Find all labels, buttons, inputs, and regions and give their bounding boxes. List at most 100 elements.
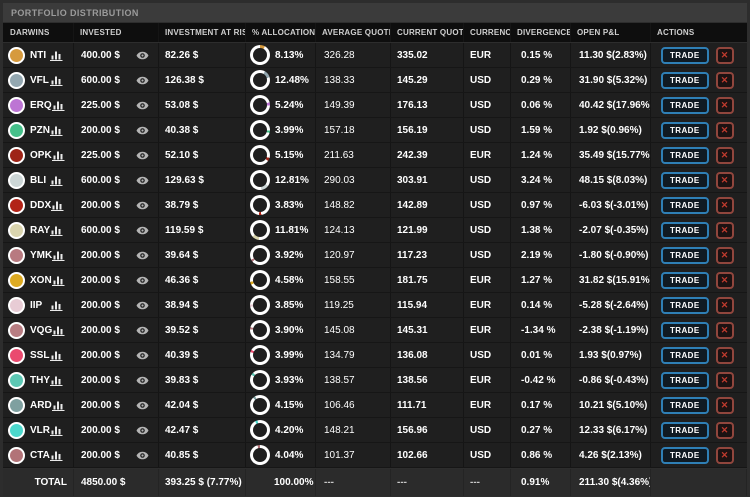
close-position-button[interactable]: ✕ xyxy=(715,71,734,89)
trade-button[interactable]: TRADE xyxy=(661,396,709,414)
trade-button[interactable]: TRADE xyxy=(661,46,709,64)
table-row: SSL 200.00 $ 40.39 $ 3.99% 134.79 136.08… xyxy=(3,343,747,368)
divergence-value: 2.19 % xyxy=(511,243,571,267)
darwin-cell: OPK xyxy=(3,143,74,167)
watch-button[interactable] xyxy=(136,76,149,85)
open-chart-button[interactable] xyxy=(50,224,63,236)
open-chart-button[interactable] xyxy=(50,174,63,186)
watch-button[interactable] xyxy=(136,276,149,285)
darwin-cell: VQG xyxy=(3,318,74,342)
watch-button[interactable] xyxy=(136,401,149,410)
open-pl-cell: 35.49 $ (15.77%) xyxy=(571,143,651,167)
bar-chart-icon xyxy=(50,451,63,461)
trade-button[interactable]: TRADE xyxy=(661,421,709,439)
open-chart-button[interactable] xyxy=(50,349,63,361)
close-position-button[interactable]: ✕ xyxy=(715,171,734,189)
open-chart-button[interactable] xyxy=(51,399,65,411)
darwin-cell: RAY xyxy=(3,218,74,242)
trade-button[interactable]: TRADE xyxy=(661,371,709,389)
watch-button[interactable] xyxy=(136,151,149,160)
close-position-button[interactable]: ✕ xyxy=(715,371,734,389)
invested-value: 200.00 $ xyxy=(81,324,120,336)
open-chart-button[interactable] xyxy=(52,324,65,336)
watch-button[interactable] xyxy=(136,101,149,110)
open-pl-amount: -2.07 $ xyxy=(579,224,611,236)
open-chart-button[interactable] xyxy=(51,149,65,161)
trade-button[interactable]: TRADE xyxy=(661,196,709,214)
watch-button[interactable] xyxy=(136,176,149,185)
open-chart-button[interactable] xyxy=(50,124,63,136)
open-chart-button[interactable] xyxy=(51,274,65,286)
close-position-button[interactable]: ✕ xyxy=(715,221,734,239)
open-chart-button[interactable] xyxy=(50,49,63,61)
at-risk-value: 40.85 $ xyxy=(159,443,246,467)
at-risk-value: 40.38 $ xyxy=(159,118,246,142)
eye-icon xyxy=(136,51,149,59)
trade-button[interactable]: TRADE xyxy=(661,246,709,264)
watch-button[interactable] xyxy=(136,351,149,360)
watch-button[interactable] xyxy=(136,426,149,435)
watch-button[interactable] xyxy=(136,226,149,235)
trade-button[interactable]: TRADE xyxy=(661,346,709,364)
close-position-button[interactable]: ✕ xyxy=(715,271,734,289)
trade-button[interactable]: TRADE xyxy=(661,121,709,139)
watch-button[interactable] xyxy=(136,251,149,260)
allocation-value: 4.04% xyxy=(275,449,304,461)
darwin-name: NTI xyxy=(30,49,47,61)
open-chart-button[interactable] xyxy=(51,199,64,211)
watch-button[interactable] xyxy=(136,376,149,385)
close-position-button[interactable]: ✕ xyxy=(715,146,734,164)
close-position-button[interactable]: ✕ xyxy=(715,96,734,114)
eye-icon xyxy=(136,451,149,459)
allocation-value: 8.13% xyxy=(275,49,304,61)
trade-button[interactable]: TRADE xyxy=(661,96,709,114)
close-position-button[interactable]: ✕ xyxy=(715,246,734,264)
watch-button[interactable] xyxy=(136,201,149,210)
open-chart-button[interactable] xyxy=(50,374,63,386)
watch-button[interactable] xyxy=(136,326,149,335)
current-quote-value: 136.08 xyxy=(391,343,464,367)
close-position-button[interactable]: ✕ xyxy=(715,196,734,214)
column-header-cur-quote: CURRENT QUOTE xyxy=(391,23,464,42)
eye-icon xyxy=(136,126,149,134)
trade-button[interactable]: TRADE xyxy=(661,321,709,339)
trade-button[interactable]: TRADE xyxy=(661,146,709,164)
bar-chart-icon xyxy=(51,276,65,286)
close-position-button[interactable]: ✕ xyxy=(715,446,734,464)
eye-icon xyxy=(136,376,149,384)
darwin-name: XON xyxy=(30,274,52,286)
darwin-name: IIP xyxy=(30,299,43,311)
close-position-button[interactable]: ✕ xyxy=(715,346,734,364)
watch-button[interactable] xyxy=(136,301,149,310)
darwin-name: VQG xyxy=(30,324,53,336)
open-pl-cell: -5.28 $ (-2.64%) xyxy=(571,293,651,317)
open-pl-percent: (-3.01%) xyxy=(610,199,649,211)
watch-button[interactable] xyxy=(136,451,149,460)
invested-value: 200.00 $ xyxy=(81,199,120,211)
trade-button[interactable]: TRADE xyxy=(661,446,709,464)
trade-button[interactable]: TRADE xyxy=(661,221,709,239)
close-position-button[interactable]: ✕ xyxy=(715,296,734,314)
at-risk-value: 39.52 $ xyxy=(159,318,246,342)
open-pl-percent: (5.10%) xyxy=(612,399,648,411)
trade-button[interactable]: TRADE xyxy=(661,296,709,314)
open-chart-button[interactable] xyxy=(50,299,63,311)
open-pl-amount: -6.03 $ xyxy=(579,199,611,211)
open-chart-button[interactable] xyxy=(50,449,63,461)
open-chart-button[interactable] xyxy=(52,249,65,261)
open-chart-button[interactable] xyxy=(50,74,63,86)
allocation-donut xyxy=(250,420,270,440)
open-pl-percent: (8.03%) xyxy=(612,174,648,186)
open-chart-button[interactable] xyxy=(50,424,63,436)
trade-button[interactable]: TRADE xyxy=(661,171,709,189)
close-position-button[interactable]: ✕ xyxy=(715,321,734,339)
close-position-button[interactable]: ✕ xyxy=(715,46,734,64)
open-chart-button[interactable] xyxy=(51,99,65,111)
watch-button[interactable] xyxy=(136,51,149,60)
close-position-button[interactable]: ✕ xyxy=(715,121,734,139)
trade-button[interactable]: TRADE xyxy=(661,71,709,89)
close-position-button[interactable]: ✕ xyxy=(715,421,734,439)
close-position-button[interactable]: ✕ xyxy=(715,396,734,414)
watch-button[interactable] xyxy=(136,126,149,135)
trade-button[interactable]: TRADE xyxy=(661,271,709,289)
